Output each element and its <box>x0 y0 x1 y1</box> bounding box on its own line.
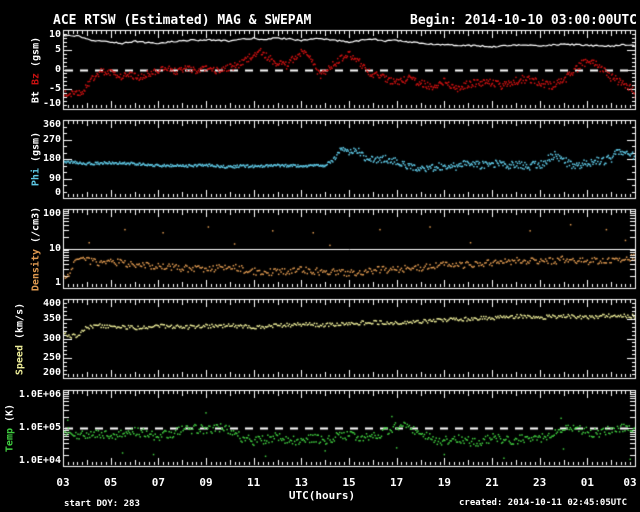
y-tick-label: 360 <box>43 119 61 130</box>
y-tick-label: 0 <box>55 64 61 75</box>
y-tick-label: 400 <box>43 298 61 309</box>
chart-title: ACE RTSW (Estimated) MAG & SWEPAM <box>53 13 311 28</box>
y-tick-label: 1 <box>55 277 61 288</box>
x-tick-label: 21 <box>485 476 498 489</box>
ylabel-part: Bt <box>31 85 42 103</box>
x-tick-label: 15 <box>342 476 355 489</box>
ylabel-part: (km/s) <box>15 302 26 344</box>
ylabel-mag: Bt Bz (gsm) <box>31 36 42 102</box>
y-tick-label: 0 <box>55 187 61 198</box>
y-tick-label: 300 <box>43 333 61 344</box>
x-tick-label: 23 <box>533 476 546 489</box>
x-tick-label: 09 <box>199 476 212 489</box>
x-tick-label: 05 <box>104 476 117 489</box>
x-tick-label: 07 <box>152 476 165 489</box>
y-tick-label: 200 <box>43 367 61 378</box>
ylabel-part: Phi <box>31 168 42 186</box>
ylabel-part: Density <box>31 249 42 291</box>
x-axis-title: UTC(hours) <box>289 489 355 502</box>
x-tick-label: 01 <box>581 476 594 489</box>
ylabel-part: (gsm) <box>31 36 42 72</box>
ylabel-phi: Phi (gsm) <box>31 132 42 186</box>
y-tick-label: 1.0E+06 <box>19 389 61 400</box>
x-tick-label: 03 <box>623 476 636 489</box>
y-tick-label: 270 <box>43 134 61 145</box>
ylabel-part: (/cm3) <box>31 206 42 248</box>
y-tick-label: -10 <box>43 98 61 109</box>
plot-canvas <box>0 0 640 512</box>
y-tick-label: 5 <box>55 44 61 55</box>
x-tick-label: 03 <box>56 476 69 489</box>
y-tick-label: 1.0E+05 <box>19 422 61 433</box>
y-tick-label: 90 <box>49 173 61 184</box>
ylabel-part: Bz <box>31 73 42 85</box>
ace-rtsw-chart: ACE RTSW (Estimated) MAG & SWEPAM Begin:… <box>0 0 640 512</box>
y-tick-label: 100 <box>43 208 61 219</box>
y-tick-label: 350 <box>43 313 61 324</box>
begin-timestamp: Begin: 2014-10-10 03:00:00UTC <box>410 13 637 28</box>
x-tick-label: 17 <box>390 476 403 489</box>
footer-start-doy: start DOY: 283 <box>64 499 140 509</box>
y-tick-label: 10 <box>49 29 61 40</box>
ylabel-part: (K) <box>5 404 16 428</box>
y-tick-label: 10 <box>49 243 61 254</box>
x-tick-label: 19 <box>438 476 451 489</box>
y-tick-label: 1.0E+04 <box>19 455 61 466</box>
y-tick-label: 250 <box>43 352 61 363</box>
ylabel-temp: Temp (K) <box>5 404 16 452</box>
footer-created: created: 2014-10-11 02:45:05UTC <box>459 498 627 508</box>
x-tick-label: 11 <box>247 476 260 489</box>
y-tick-label: 180 <box>43 153 61 164</box>
y-tick-label: -5 <box>49 83 61 94</box>
ylabel-part: Temp <box>5 428 16 452</box>
ylabel-speed: Speed (km/s) <box>15 302 26 374</box>
ylabel-part: (gsm) <box>31 132 42 168</box>
x-tick-label: 13 <box>295 476 308 489</box>
ylabel-density: Density (/cm3) <box>31 206 42 290</box>
ylabel-part: Speed <box>15 345 26 375</box>
